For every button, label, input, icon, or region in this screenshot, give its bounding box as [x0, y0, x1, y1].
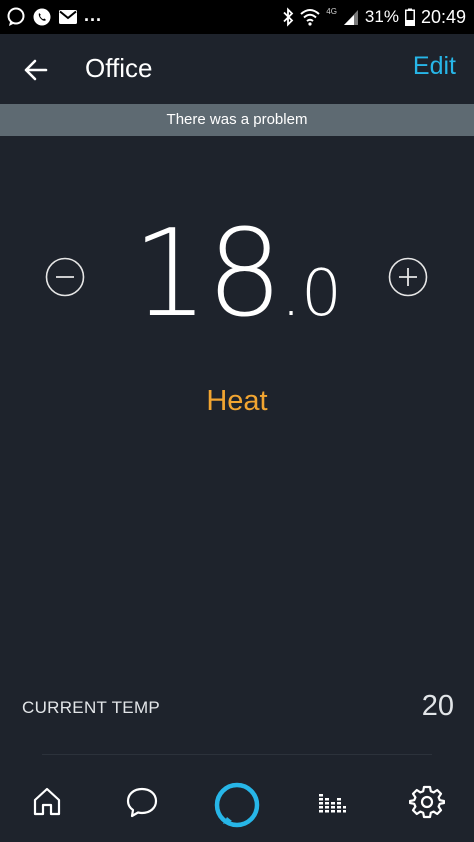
thermostat-screen: ... 4G 31% 20:49 Office Edit There was a…	[0, 0, 474, 842]
home-icon	[33, 787, 61, 816]
increase-temp-icon[interactable]	[388, 257, 428, 297]
status-bar: ... 4G 31% 20:49	[0, 0, 474, 34]
battery-icon	[404, 8, 415, 26]
back-arrow-icon[interactable]	[20, 54, 52, 86]
more-notifications: ...	[84, 5, 103, 25]
nav-alexa[interactable]	[212, 780, 262, 830]
thermostat-mode[interactable]: Heat	[0, 385, 474, 418]
notification-icons: ...	[6, 6, 102, 28]
current-temp-label: CURRENT TEMP	[22, 698, 161, 717]
page-title: Office	[85, 53, 153, 83]
edit-button[interactable]: Edit	[413, 52, 456, 81]
current-temp-value: 20	[421, 690, 454, 722]
play-icon	[319, 794, 346, 813]
setpoint-integer: 18	[132, 205, 283, 344]
nav-play[interactable]	[310, 780, 354, 824]
clock: 20:49	[420, 6, 466, 27]
bluetooth-icon	[283, 7, 294, 27]
network-type-label: 4G	[326, 7, 337, 16]
communicate-icon	[126, 787, 158, 818]
nav-settings[interactable]	[405, 780, 449, 824]
app-header: Office Edit	[0, 34, 474, 104]
message-bubble-icon	[7, 7, 25, 26]
wifi-icon	[300, 9, 320, 26]
error-banner: There was a problem	[0, 104, 474, 136]
signal-icon	[343, 10, 358, 25]
battery-percent: 31%	[364, 7, 399, 26]
whatsapp-icon	[33, 8, 51, 26]
settings-icon	[409, 785, 445, 819]
alexa-icon	[214, 782, 260, 828]
system-icons: 4G 31% 20:49	[282, 5, 466, 29]
nav-communicate[interactable]	[120, 780, 164, 824]
gmail-icon	[59, 10, 77, 24]
divider	[42, 754, 432, 755]
nav-home[interactable]	[25, 780, 69, 824]
setpoint-decimal: .0	[280, 257, 342, 331]
bottom-navigation	[0, 766, 474, 842]
